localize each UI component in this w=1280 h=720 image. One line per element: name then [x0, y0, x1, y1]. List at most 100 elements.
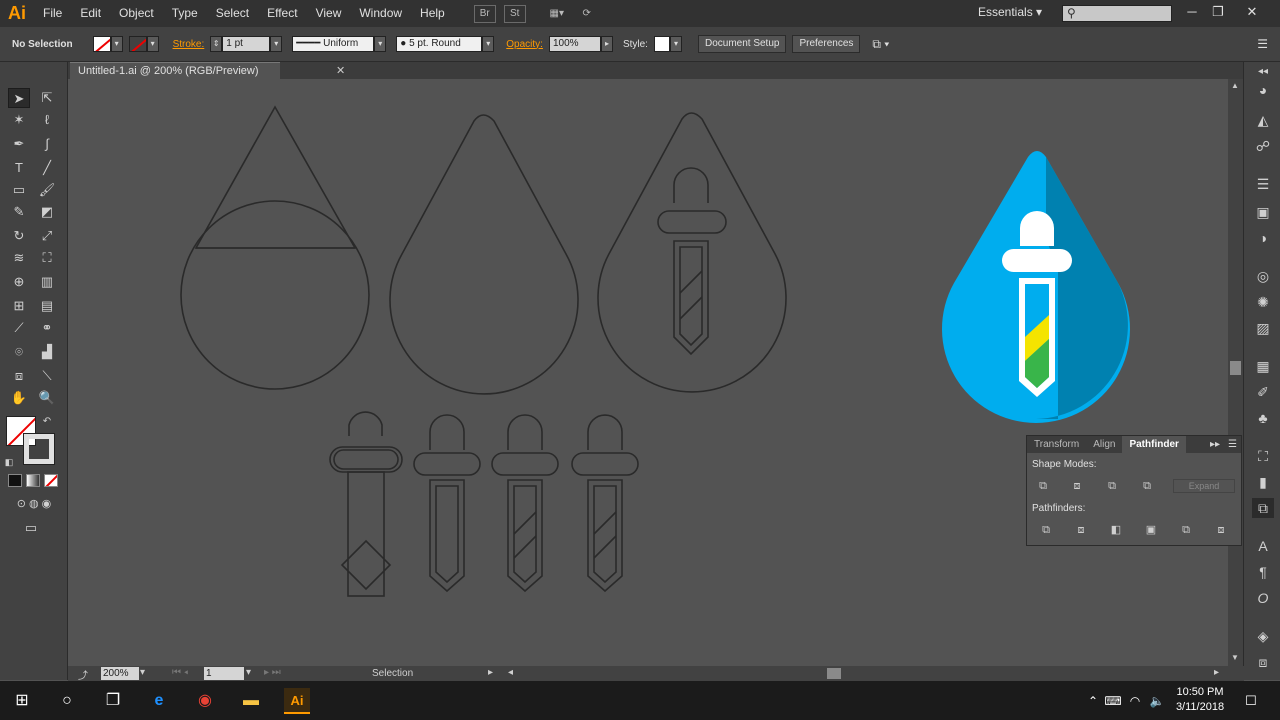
artboards-panel-icon[interactable]: ⧈: [1252, 652, 1274, 672]
panel-expand-icon[interactable]: ▸▸: [1206, 436, 1224, 453]
artboard-field[interactable]: 1: [204, 667, 244, 680]
color-guide-icon[interactable]: ◭: [1252, 110, 1274, 130]
status-menu-icon[interactable]: ▸: [488, 667, 493, 678]
default-colors-icon[interactable]: ◧: [2, 452, 16, 472]
shape-builder-tool-icon[interactable]: ⊕: [8, 272, 30, 292]
layers-overview-icon[interactable]: ▨: [1252, 318, 1274, 338]
lasso-tool-icon[interactable]: ℓ: [36, 110, 58, 130]
horizontal-scroll-thumb[interactable]: [827, 668, 841, 679]
swatches-panel-icon[interactable]: ▦: [1252, 356, 1274, 376]
drop-with-dropper-outline[interactable]: [597, 112, 787, 393]
eyedropper-tool-icon[interactable]: ⟋: [8, 318, 30, 338]
close-button[interactable]: ✕: [1240, 2, 1264, 22]
hand-tool-icon[interactable]: ✋: [8, 388, 30, 408]
warp-tool-icon[interactable]: ≋: [8, 248, 30, 268]
screen-mode-icon[interactable]: ▭: [20, 518, 42, 538]
stroke-panel-icon[interactable]: ☰: [1252, 174, 1274, 194]
unite-icon[interactable]: ⧉: [1035, 479, 1051, 493]
exclude-icon[interactable]: ⧉: [1139, 479, 1155, 493]
color-mode-color[interactable]: [8, 474, 22, 487]
stroke-swatch[interactable]: [128, 36, 147, 52]
eraser-tool-icon[interactable]: ◩: [36, 202, 58, 222]
pathfinder-panel-icon[interactable]: ⧉: [1252, 498, 1274, 518]
color-panel-icon[interactable]: ◕: [1252, 80, 1274, 100]
vertical-scroll-thumb[interactable]: [1230, 361, 1241, 375]
windows-start-icon[interactable]: ⊞: [9, 688, 35, 714]
zoom-dropdown-icon[interactable]: ▾: [140, 667, 145, 678]
gradient-panel-icon[interactable]: ▣: [1252, 202, 1274, 222]
brush-dropdown[interactable]: ▾: [482, 36, 495, 52]
layers-panel-icon[interactable]: ◈: [1252, 626, 1274, 646]
stroke-weight-field[interactable]: 1 pt: [222, 36, 271, 52]
stroke-weight-dropdown[interactable]: ▾: [270, 36, 283, 52]
fill-swatch[interactable]: [92, 36, 111, 52]
chrome-browser-icon[interactable]: ◉: [192, 688, 218, 714]
style-dropdown[interactable]: ▾: [669, 36, 682, 52]
gpu-performance-icon[interactable]: ⟳: [576, 5, 598, 23]
scroll-left-icon[interactable]: ◂: [508, 667, 513, 678]
dropper-construction-4[interactable]: [571, 414, 639, 593]
volume-icon[interactable]: 🔈: [1144, 688, 1170, 714]
gradient-tool-icon[interactable]: ▤: [36, 296, 58, 316]
tab-transform[interactable]: Transform: [1027, 436, 1086, 453]
character-panel-icon[interactable]: A: [1252, 536, 1274, 556]
zoom-field[interactable]: 200%: [101, 667, 139, 680]
menu-effect[interactable]: Effect: [258, 0, 306, 27]
action-center-icon[interactable]: ☐: [1238, 688, 1264, 714]
opacity-dropdown[interactable]: ▸: [600, 36, 613, 52]
scale-tool-icon[interactable]: ⤢: [36, 226, 58, 246]
merge-icon[interactable]: ◧: [1108, 523, 1124, 537]
menu-view[interactable]: View: [307, 0, 351, 27]
tab-align[interactable]: Align: [1086, 436, 1122, 453]
scroll-right-icon[interactable]: ▸: [1214, 667, 1219, 678]
rotate-view-icon[interactable]: ⤴: [78, 667, 88, 682]
graphic-styles-icon[interactable]: ✺: [1252, 292, 1274, 312]
perspective-grid-tool-icon[interactable]: ▥: [36, 272, 58, 292]
dropper-construction-1[interactable]: [329, 411, 403, 597]
stroke-dropdown[interactable]: ▾: [146, 36, 159, 52]
swap-fill-stroke-icon[interactable]: ↶: [40, 412, 54, 432]
appearance-panel-icon[interactable]: ◎: [1252, 266, 1274, 286]
brush-definition[interactable]: ● 5 pt. Round: [396, 36, 483, 52]
opentype-panel-icon[interactable]: O: [1252, 588, 1274, 608]
minimize-button[interactable]: ─: [1180, 2, 1204, 22]
slice-tool-icon[interactable]: ⟍: [36, 366, 58, 386]
maximize-button[interactable]: ❐: [1206, 2, 1230, 22]
menu-window[interactable]: Window: [350, 0, 411, 27]
collapse-dock-icon[interactable]: ◂◂: [1252, 62, 1274, 82]
paintbrush-tool-icon[interactable]: 🖌: [36, 180, 58, 200]
selection-tool-icon[interactable]: ➤: [8, 88, 30, 108]
minus-back-icon[interactable]: ⧈: [1213, 523, 1229, 537]
drop-outline[interactable]: [389, 114, 579, 395]
pen-tool-icon[interactable]: ✒: [8, 134, 30, 154]
panel-menu-icon[interactable]: ☰: [1257, 37, 1268, 51]
cortana-icon[interactable]: ○: [54, 688, 80, 714]
document-setup-button[interactable]: Document Setup: [697, 35, 787, 53]
artboard-tool-icon[interactable]: ⧈: [8, 366, 30, 386]
dropper-construction-2[interactable]: [413, 414, 481, 593]
trim-icon[interactable]: ⧈: [1073, 523, 1089, 537]
scroll-up-icon[interactable]: ▲: [1231, 81, 1239, 90]
scroll-down-icon[interactable]: ▼: [1231, 653, 1239, 662]
menu-file[interactable]: File: [34, 0, 71, 27]
stroke-stepper[interactable]: ⇕: [210, 36, 223, 52]
crop-icon[interactable]: ▣: [1143, 523, 1159, 537]
profile-dropdown[interactable]: ▾: [374, 36, 387, 52]
divide-icon[interactable]: ⧉: [1038, 523, 1054, 537]
artboard-nav-first-icon[interactable]: ⏮ ◂: [172, 667, 188, 678]
workspace-switcher[interactable]: Essentials ▾: [978, 5, 1042, 19]
bridge-icon[interactable]: Br: [473, 4, 496, 23]
construction-triangle-circle[interactable]: [180, 105, 370, 390]
rotate-tool-icon[interactable]: ↻: [8, 226, 30, 246]
paragraph-panel-icon[interactable]: ¶: [1252, 562, 1274, 582]
symbol-sprayer-tool-icon[interactable]: ⌾: [8, 342, 30, 362]
outline-icon[interactable]: ⧉: [1178, 523, 1194, 537]
graphic-style-swatch[interactable]: [653, 36, 670, 52]
shaper-tool-icon[interactable]: ✎: [8, 202, 30, 222]
minus-front-icon[interactable]: ⧈: [1069, 479, 1085, 493]
arrange-icon[interactable]: ⧉ ▾: [872, 37, 889, 52]
tab-pathfinder[interactable]: Pathfinder: [1122, 436, 1186, 453]
illustrator-taskbar-icon[interactable]: Ai: [284, 688, 310, 714]
type-tool-icon[interactable]: T: [8, 158, 30, 178]
color-mode-none[interactable]: [44, 474, 58, 487]
